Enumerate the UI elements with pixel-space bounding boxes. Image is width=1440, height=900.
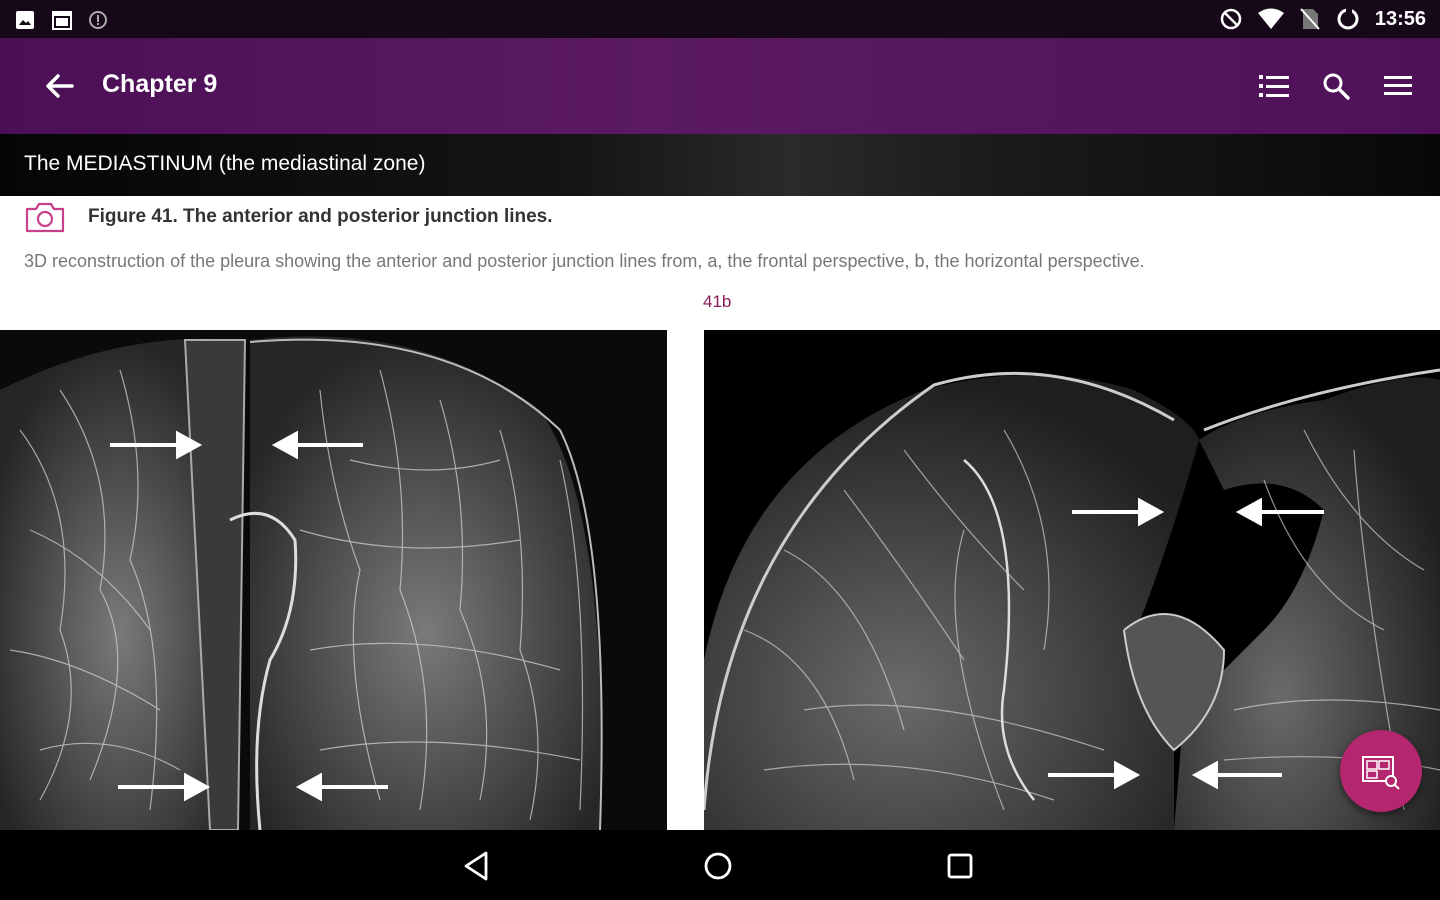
page-title: Chapter 9 [102, 70, 218, 98]
back-button[interactable] [40, 68, 80, 104]
status-right-icons: 13:56 [1219, 6, 1426, 32]
image-search-icon [1362, 756, 1400, 790]
app-bar: Chapter 9 [0, 38, 1440, 134]
camera-icon[interactable] [24, 200, 66, 234]
figure-image-horizontal[interactable] [704, 330, 1440, 830]
nav-back-button[interactable] [458, 848, 494, 884]
status-bar: 13:56 [0, 0, 1440, 38]
do-not-disturb-icon [1220, 8, 1242, 30]
recents-square-icon [947, 853, 973, 879]
table-of-contents-button[interactable] [1256, 66, 1292, 106]
no-sim-icon [1300, 8, 1320, 30]
image-icon [16, 11, 34, 29]
status-time: 13:56 [1374, 7, 1426, 30]
section-header: The MEDIASTINUM (the mediastinal zone) [0, 134, 1440, 196]
figure-heading: Figure 41. The anterior and posterior ju… [24, 200, 553, 234]
app-bar-actions [1256, 66, 1416, 106]
home-circle-icon [704, 852, 732, 880]
section-title: The MEDIASTINUM (the mediastinal zone) [24, 152, 426, 175]
figure-description: 3D reconstruction of the pleura showing … [24, 251, 1145, 271]
frontal-lung-xray-image [0, 336, 603, 830]
figure-label: 41b [703, 292, 732, 311]
arrow-left-icon [46, 74, 74, 98]
back-triangle-icon [464, 851, 488, 881]
sync-icon [1337, 7, 1359, 30]
list-icon [1259, 75, 1289, 97]
menu-icon [1384, 76, 1412, 95]
horizontal-lung-xray-image [704, 368, 1440, 830]
system-nav-bar [0, 830, 1440, 900]
info-icon [89, 11, 107, 29]
calendar-icon [52, 11, 72, 30]
nav-recents-button[interactable] [942, 848, 978, 884]
nav-home-button[interactable] [700, 848, 736, 884]
figure-title: Figure 41. The anterior and posterior ju… [88, 206, 553, 227]
status-left-icons [14, 8, 108, 32]
menu-button[interactable] [1380, 66, 1416, 106]
search-button[interactable] [1318, 66, 1354, 106]
figure-image-frontal[interactable] [0, 330, 667, 830]
image-gallery-fab[interactable] [1340, 730, 1422, 812]
wifi-icon [1257, 8, 1284, 29]
search-icon [1323, 73, 1350, 100]
